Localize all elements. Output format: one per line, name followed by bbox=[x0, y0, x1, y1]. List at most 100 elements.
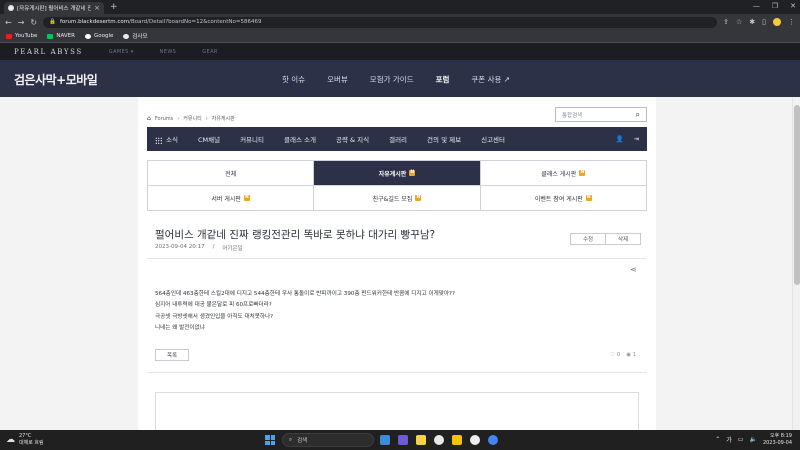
nav-forum[interactable]: 포럼 bbox=[436, 74, 450, 85]
bookmark-label: Google bbox=[93, 33, 114, 39]
pearl-abyss-logo[interactable]: PEARL ABYSS bbox=[14, 48, 83, 56]
scrollbar-thumb[interactable] bbox=[794, 105, 800, 285]
app-icon[interactable] bbox=[380, 435, 390, 445]
reload-icon[interactable]: ↻ bbox=[30, 18, 37, 27]
post-line: 니네는 왜 발전이없냐 bbox=[155, 324, 205, 331]
breadcrumb-forums[interactable]: Forums bbox=[155, 116, 173, 122]
browser-tab[interactable]: [자유게시판] 펄어비스 개같네 진 × bbox=[4, 2, 104, 14]
bookmark-google[interactable]: Google bbox=[84, 33, 114, 39]
sub-nav-community[interactable]: 커뮤니티 bbox=[240, 134, 264, 144]
extensions-icon[interactable]: ✱ bbox=[749, 18, 755, 26]
like-count[interactable]: ♡ 0 bbox=[610, 352, 620, 358]
comment-area[interactable] bbox=[155, 392, 639, 432]
divider bbox=[147, 258, 647, 259]
windows-start-icon[interactable] bbox=[265, 435, 275, 445]
nav-guide[interactable]: 모험가 가이드 bbox=[370, 74, 414, 85]
list-button[interactable]: 목록 bbox=[155, 349, 189, 361]
weather-widget[interactable]: ☁ 27°C 대체로 흐림 bbox=[6, 433, 44, 446]
app-icon[interactable] bbox=[470, 435, 480, 445]
board-label: 친구&길드 모집 bbox=[372, 195, 413, 203]
top-link-games[interactable]: GAMES ▾ bbox=[109, 49, 134, 55]
bookmarks-bar: YouTube NAVER Google 검사모 bbox=[0, 30, 800, 43]
back-icon[interactable]: ← bbox=[5, 18, 12, 27]
menu-icon[interactable]: ⋮ bbox=[788, 18, 795, 26]
tab-close-icon[interactable]: × bbox=[94, 4, 100, 12]
volume-icon[interactable]: 🔈 bbox=[749, 436, 756, 443]
delete-button[interactable]: 삭제 bbox=[605, 233, 641, 245]
home-icon[interactable]: ⌂ bbox=[147, 115, 151, 122]
heart-icon: ♡ bbox=[610, 352, 615, 358]
edit-button[interactable]: 수정 bbox=[570, 233, 606, 245]
new-badge: N bbox=[243, 195, 250, 201]
share-icon[interactable]: ⋖ bbox=[630, 265, 637, 274]
login-icon[interactable]: ⇥ bbox=[634, 135, 639, 143]
sub-nav-class-intro[interactable]: 클래스 소개 bbox=[284, 134, 316, 144]
nav-overview[interactable]: 오버뷰 bbox=[327, 74, 348, 85]
sub-nav-report[interactable]: 신고센터 bbox=[481, 134, 505, 144]
board-label: 서버 게시판 bbox=[211, 195, 241, 203]
breadcrumb-community[interactable]: 커뮤니티 bbox=[183, 115, 201, 122]
maximize-icon[interactable]: ❐ bbox=[772, 2, 778, 10]
ime-indicator[interactable]: 가 bbox=[726, 435, 732, 444]
search-icon[interactable]: ⌕ bbox=[636, 110, 640, 120]
bookmark-geomsamo[interactable]: 검사모 bbox=[123, 32, 148, 40]
board-recruit[interactable]: 친구&길드 모집 N bbox=[314, 186, 481, 211]
app-icon[interactable] bbox=[398, 435, 408, 445]
clock[interactable]: 오후 8:19 2023-09-04 bbox=[763, 433, 792, 446]
board-all[interactable]: 전체 bbox=[148, 161, 315, 186]
close-window-icon[interactable]: ✕ bbox=[790, 2, 796, 10]
post-title: 펄어비스 개같네 진짜 랭킹전관리 똑바로 못하냐 대가리 빵꾸남? bbox=[155, 229, 436, 241]
bookmark-star-icon[interactable]: ☆ bbox=[736, 18, 742, 26]
bookmark-naver[interactable]: NAVER bbox=[47, 33, 75, 39]
chrome-icon[interactable] bbox=[488, 435, 498, 445]
top-link-news[interactable]: NEWS bbox=[160, 49, 177, 55]
sub-nav-label: 소식 bbox=[166, 136, 178, 144]
divider bbox=[147, 372, 647, 373]
board-server[interactable]: 서버 게시판 N bbox=[148, 186, 315, 211]
sub-nav-cm-channel[interactable]: CM채널 bbox=[198, 134, 220, 144]
app-icon[interactable] bbox=[434, 435, 444, 445]
browser-tab-strip: [자유게시판] 펄어비스 개같네 진 × + — ❐ ✕ bbox=[0, 0, 800, 14]
app-icon[interactable] bbox=[452, 435, 462, 445]
board-selector: 전체 자유게시판 N 클래스 게시판 N 서버 게시판 N 친구&길드 모집 N 이벤트… bbox=[147, 160, 647, 211]
browser-actions: ⇪ ☆ ✱ ▯ ⋮ bbox=[723, 18, 795, 26]
forward-icon[interactable]: → bbox=[18, 18, 25, 27]
views-value: 1 bbox=[632, 352, 637, 358]
sidebar-icon[interactable]: ▯ bbox=[762, 18, 766, 26]
profile-avatar[interactable] bbox=[773, 18, 781, 26]
sub-nav-news[interactable]: 소식 bbox=[155, 134, 178, 144]
address-bar[interactable]: 🔒 forum.blackdesertm.com/Board/Detail?bo… bbox=[43, 16, 718, 28]
new-badge: N bbox=[409, 170, 416, 176]
share-page-icon[interactable]: ⇪ bbox=[723, 18, 729, 26]
scrollbar[interactable] bbox=[792, 97, 800, 430]
tray-chevron-icon[interactable]: ⌃ bbox=[715, 436, 720, 443]
new-tab-button[interactable]: + bbox=[110, 3, 118, 12]
minimize-icon[interactable]: — bbox=[753, 2, 760, 10]
post-author[interactable]: 어기은일 bbox=[222, 244, 242, 252]
network-icon[interactable]: ▭ bbox=[738, 436, 744, 443]
sub-nav-guide[interactable]: 공략 & 지식 bbox=[336, 134, 369, 144]
bdm-logo[interactable]: 검은사막+모바일 bbox=[14, 71, 98, 88]
board-free[interactable]: 자유게시판 N bbox=[314, 161, 481, 186]
board-class[interactable]: 클래스 게시판 N bbox=[480, 161, 647, 186]
bookmark-youtube[interactable]: YouTube bbox=[6, 33, 37, 39]
user-icon[interactable]: 👤 bbox=[615, 135, 623, 143]
view-count: ◉ 1 bbox=[626, 352, 636, 358]
board-event[interactable]: 이벤트 참여 게시판 N bbox=[480, 186, 647, 211]
sub-nav-gallery[interactable]: 갤러리 bbox=[389, 134, 407, 144]
url-path: /Board/Detail?boardNo=12&contentNo=58646… bbox=[129, 19, 262, 25]
post-line: 564층인데 463층한테 스킬2대에 디지고 544층한테 우사 통돌이로 반… bbox=[155, 291, 455, 297]
nav-hot-issue[interactable]: 핫 이슈 bbox=[282, 74, 305, 85]
meta-separator: / bbox=[212, 244, 215, 250]
app-icon[interactable] bbox=[416, 435, 426, 445]
sub-nav-suggestion[interactable]: 건의 및 제보 bbox=[427, 134, 461, 144]
cloud-icon: ☁ bbox=[6, 434, 15, 445]
post-date: 2023-09-04 20:17 bbox=[155, 244, 205, 250]
taskbar-search[interactable]: ⌕ 검색 bbox=[282, 433, 374, 447]
weather-desc: 대체로 흐림 bbox=[19, 439, 44, 446]
breadcrumb-free-board[interactable]: 자유게시판 bbox=[212, 115, 235, 122]
breadcrumb-sep: › bbox=[205, 115, 208, 122]
nav-coupon[interactable]: 쿠폰 사용 ↗ bbox=[471, 74, 510, 85]
search-input[interactable]: 통합검색 ⌕ bbox=[555, 107, 647, 122]
top-link-gear[interactable]: GEAR bbox=[202, 49, 218, 55]
